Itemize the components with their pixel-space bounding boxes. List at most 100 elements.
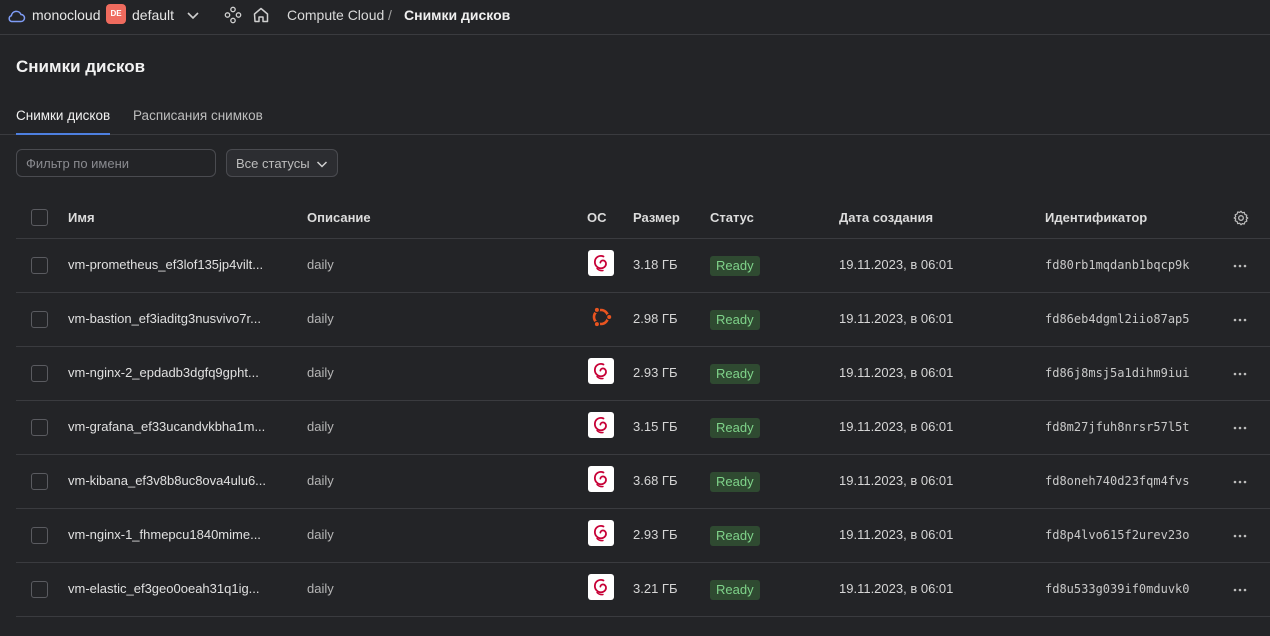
- status-filter-label: Все статусы: [236, 156, 310, 171]
- more-actions-icon[interactable]: [1232, 258, 1248, 274]
- snapshot-description: daily: [307, 257, 334, 272]
- more-actions-icon[interactable]: [1232, 474, 1248, 490]
- snapshot-size: 2.93 ГБ: [633, 527, 678, 542]
- more-actions-icon[interactable]: [1232, 312, 1248, 328]
- table-row[interactable]: vm-bastion_ef3iaditg3nusvivo7r... daily …: [16, 293, 1270, 347]
- status-badge: Ready: [710, 526, 760, 546]
- more-actions-icon[interactable]: [1232, 366, 1248, 382]
- chevron-down-icon[interactable]: [186, 8, 200, 22]
- status-badge: Ready: [710, 256, 760, 276]
- table-row[interactable]: vm-nginx-2_epdadb3dgfq9gpht... daily 2.9…: [16, 347, 1270, 401]
- table-row[interactable]: vm-nginx-1_fhmepcu1840mime... daily 2.93…: [16, 509, 1270, 563]
- page-title: Снимки дисков: [16, 57, 146, 76]
- snapshot-created: 19.11.2023, в 06:01: [839, 527, 954, 542]
- top-bar: monocloud DE default Compute Cloud / Сни…: [0, 0, 1270, 35]
- snapshot-size: 3.68 ГБ: [633, 473, 678, 488]
- snapshot-description: daily: [307, 365, 334, 380]
- more-actions-icon[interactable]: [1232, 420, 1248, 436]
- snapshot-size: 3.15 ГБ: [633, 419, 678, 434]
- snapshot-name[interactable]: vm-grafana_ef33ucandvkbha1m...: [68, 419, 265, 434]
- folder-name[interactable]: default: [132, 7, 174, 23]
- column-description[interactable]: Описание: [307, 210, 371, 225]
- snapshot-name[interactable]: vm-nginx-2_epdadb3dgfq9gpht...: [68, 365, 259, 380]
- snapshot-description: daily: [307, 311, 334, 326]
- row-checkbox[interactable]: [31, 419, 48, 436]
- debian-icon: [588, 520, 614, 546]
- row-checkbox[interactable]: [31, 473, 48, 490]
- name-filter-input[interactable]: [16, 149, 216, 177]
- snapshot-id[interactable]: fd80rb1mqdanb1bqcp9k: [1045, 258, 1190, 272]
- table-row[interactable]: vm-kibana_ef3v8b8uc8ova4ulu6... daily 3.…: [16, 455, 1270, 509]
- column-status[interactable]: Статус: [710, 210, 754, 225]
- tab-disk-snapshots[interactable]: Снимки дисков: [16, 108, 111, 135]
- snapshot-description: daily: [307, 419, 334, 434]
- status-badge: Ready: [710, 310, 760, 330]
- tabs: Снимки дисков Расписания снимков: [0, 100, 1270, 135]
- debian-icon: [588, 574, 614, 600]
- snapshot-created: 19.11.2023, в 06:01: [839, 257, 954, 272]
- row-checkbox[interactable]: [31, 365, 48, 382]
- snapshot-id[interactable]: fd8p4lvo615f2urev23o: [1045, 528, 1190, 542]
- table-header: Имя Описание ОС Размер Статус Дата созда…: [16, 198, 1270, 239]
- cloud-name[interactable]: monocloud: [32, 7, 101, 23]
- snapshot-name[interactable]: vm-nginx-1_fhmepcu1840mime...: [68, 527, 261, 542]
- column-os[interactable]: ОС: [587, 210, 607, 225]
- snapshot-size: 3.21 ГБ: [633, 581, 678, 596]
- debian-icon: [588, 250, 614, 276]
- table-row[interactable]: vm-prometheus_ef3lof135jp4vilt... daily …: [16, 239, 1270, 293]
- column-size[interactable]: Размер: [633, 210, 680, 225]
- ubuntu-icon: [588, 304, 614, 330]
- folder-badge: DE: [106, 4, 126, 24]
- breadcrumb-service[interactable]: Compute Cloud: [287, 7, 384, 23]
- snapshot-id[interactable]: fd8u533g039if0mduvk0: [1045, 582, 1190, 596]
- debian-icon: [588, 358, 614, 384]
- row-checkbox[interactable]: [31, 311, 48, 328]
- breadcrumb-separator: /: [388, 7, 392, 23]
- snapshot-description: daily: [307, 527, 334, 542]
- snapshot-created: 19.11.2023, в 06:01: [839, 581, 954, 596]
- column-created[interactable]: Дата создания: [839, 210, 933, 225]
- table-row[interactable]: vm-elastic_ef3geo0oeah31q1ig... daily 3.…: [16, 563, 1270, 617]
- services-icon[interactable]: [224, 6, 242, 24]
- row-checkbox[interactable]: [31, 257, 48, 274]
- cloud-icon[interactable]: [6, 6, 26, 26]
- snapshot-created: 19.11.2023, в 06:01: [839, 311, 954, 326]
- breadcrumb-current: Снимки дисков: [404, 7, 511, 23]
- snapshot-description: daily: [307, 473, 334, 488]
- status-badge: Ready: [710, 580, 760, 600]
- column-name[interactable]: Имя: [68, 210, 95, 225]
- snapshot-name[interactable]: vm-kibana_ef3v8b8uc8ova4ulu6...: [68, 473, 266, 488]
- snapshot-id[interactable]: fd8m27jfuh8nrsr57l5t: [1045, 420, 1190, 434]
- snapshot-name[interactable]: vm-elastic_ef3geo0oeah31q1ig...: [68, 581, 260, 596]
- debian-icon: [588, 466, 614, 492]
- snapshot-size: 2.93 ГБ: [633, 365, 678, 380]
- row-checkbox[interactable]: [31, 581, 48, 598]
- status-badge: Ready: [710, 364, 760, 384]
- snapshot-name[interactable]: vm-prometheus_ef3lof135jp4vilt...: [68, 257, 263, 272]
- debian-icon: [588, 412, 614, 438]
- more-actions-icon[interactable]: [1232, 582, 1248, 598]
- snapshot-size: 3.18 ГБ: [633, 257, 678, 272]
- snapshot-created: 19.11.2023, в 06:01: [839, 365, 954, 380]
- more-actions-icon[interactable]: [1232, 528, 1248, 544]
- status-badge: Ready: [710, 418, 760, 438]
- status-badge: Ready: [710, 472, 760, 492]
- snapshot-id[interactable]: fd8oneh740d23fqm4fvs: [1045, 474, 1190, 488]
- home-icon[interactable]: [252, 6, 270, 24]
- chevron-down-icon: [316, 161, 328, 168]
- snapshots-table: Имя Описание ОС Размер Статус Дата созда…: [16, 198, 1270, 617]
- snapshot-created: 19.11.2023, в 06:01: [839, 473, 954, 488]
- snapshot-size: 2.98 ГБ: [633, 311, 678, 326]
- gear-icon[interactable]: [1233, 210, 1249, 226]
- snapshot-id[interactable]: fd86eb4dgml2iio87ap5: [1045, 312, 1190, 326]
- tab-snapshot-schedules[interactable]: Расписания снимков: [133, 108, 263, 123]
- table-row[interactable]: vm-grafana_ef33ucandvkbha1m... daily 3.1…: [16, 401, 1270, 455]
- snapshot-created: 19.11.2023, в 06:01: [839, 419, 954, 434]
- column-id[interactable]: Идентификатор: [1045, 210, 1147, 225]
- snapshot-id[interactable]: fd86j8msj5a1dihm9iui: [1045, 366, 1190, 380]
- snapshot-name[interactable]: vm-bastion_ef3iaditg3nusvivo7r...: [68, 311, 261, 326]
- select-all-checkbox[interactable]: [31, 209, 48, 226]
- status-filter-select[interactable]: Все статусы: [226, 149, 338, 177]
- snapshot-description: daily: [307, 581, 334, 596]
- row-checkbox[interactable]: [31, 527, 48, 544]
